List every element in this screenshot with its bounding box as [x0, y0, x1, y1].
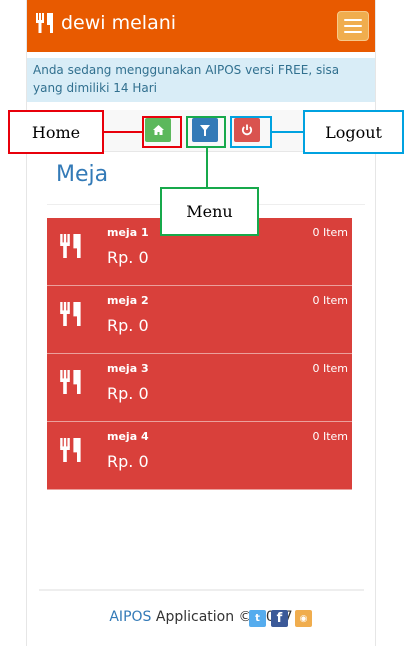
table-item-count: 0 Item [312, 430, 348, 443]
menu-highlight [186, 116, 226, 148]
facebook-icon[interactable]: f [271, 610, 288, 627]
app-frame: dewi melani Anda sedang menggunakan AIPO… [26, 0, 376, 646]
footer-brand-link[interactable]: AIPOS [109, 609, 151, 625]
cutlery-icon [60, 370, 81, 394]
cutlery-icon [60, 438, 81, 462]
table-card-4[interactable]: meja 4 0 Item Rp. 0 [47, 422, 352, 490]
table-price: Rp. 0 [107, 452, 149, 471]
twitter-icon[interactable]: t [249, 610, 266, 627]
table-name: meja 4 [107, 430, 149, 443]
page-title: Meja [56, 162, 109, 187]
menu-callout-line [206, 148, 208, 187]
table-price: Rp. 0 [107, 316, 149, 335]
navbar: dewi melani [27, 0, 375, 52]
menu-toggle-button[interactable] [337, 11, 369, 41]
table-list: meja 1 0 Item Rp. 0 meja 2 0 Item Rp. 0 … [47, 218, 352, 490]
brand[interactable]: dewi melani [35, 12, 176, 34]
table-item-count: 0 Item [312, 294, 348, 307]
table-name: meja 2 [107, 294, 149, 307]
logout-annotation: Logout [303, 110, 404, 154]
hamburger-icon [344, 19, 362, 21]
cutlery-icon [60, 234, 81, 258]
table-card-3[interactable]: meja 3 0 Item Rp. 0 [47, 354, 352, 422]
brand-name: dewi melani [61, 12, 177, 34]
logout-highlight [230, 116, 272, 148]
footer-divider [39, 589, 364, 591]
home-callout-line [104, 131, 142, 133]
license-alert: Anda sedang menggunakan AIPOS versi FREE… [27, 58, 375, 102]
rss-icon[interactable]: ◉ [295, 610, 312, 627]
cutlery-icon [36, 13, 53, 33]
home-annotation: Home [8, 110, 104, 154]
table-price: Rp. 0 [107, 384, 149, 403]
cutlery-icon [60, 302, 81, 326]
logout-callout-line [272, 131, 303, 133]
table-name: meja 1 [107, 226, 149, 239]
table-price: Rp. 0 [107, 248, 149, 267]
menu-annotation: Menu [160, 187, 259, 236]
table-item-count: 0 Item [312, 362, 348, 375]
footer: AIPOS Application © 2017 [27, 609, 375, 625]
table-name: meja 3 [107, 362, 149, 375]
alert-text: Anda sedang menggunakan AIPOS versi FREE… [33, 63, 340, 95]
table-card-2[interactable]: meja 2 0 Item Rp. 0 [47, 286, 352, 354]
home-highlight [142, 116, 182, 148]
table-item-count: 0 Item [312, 226, 348, 239]
